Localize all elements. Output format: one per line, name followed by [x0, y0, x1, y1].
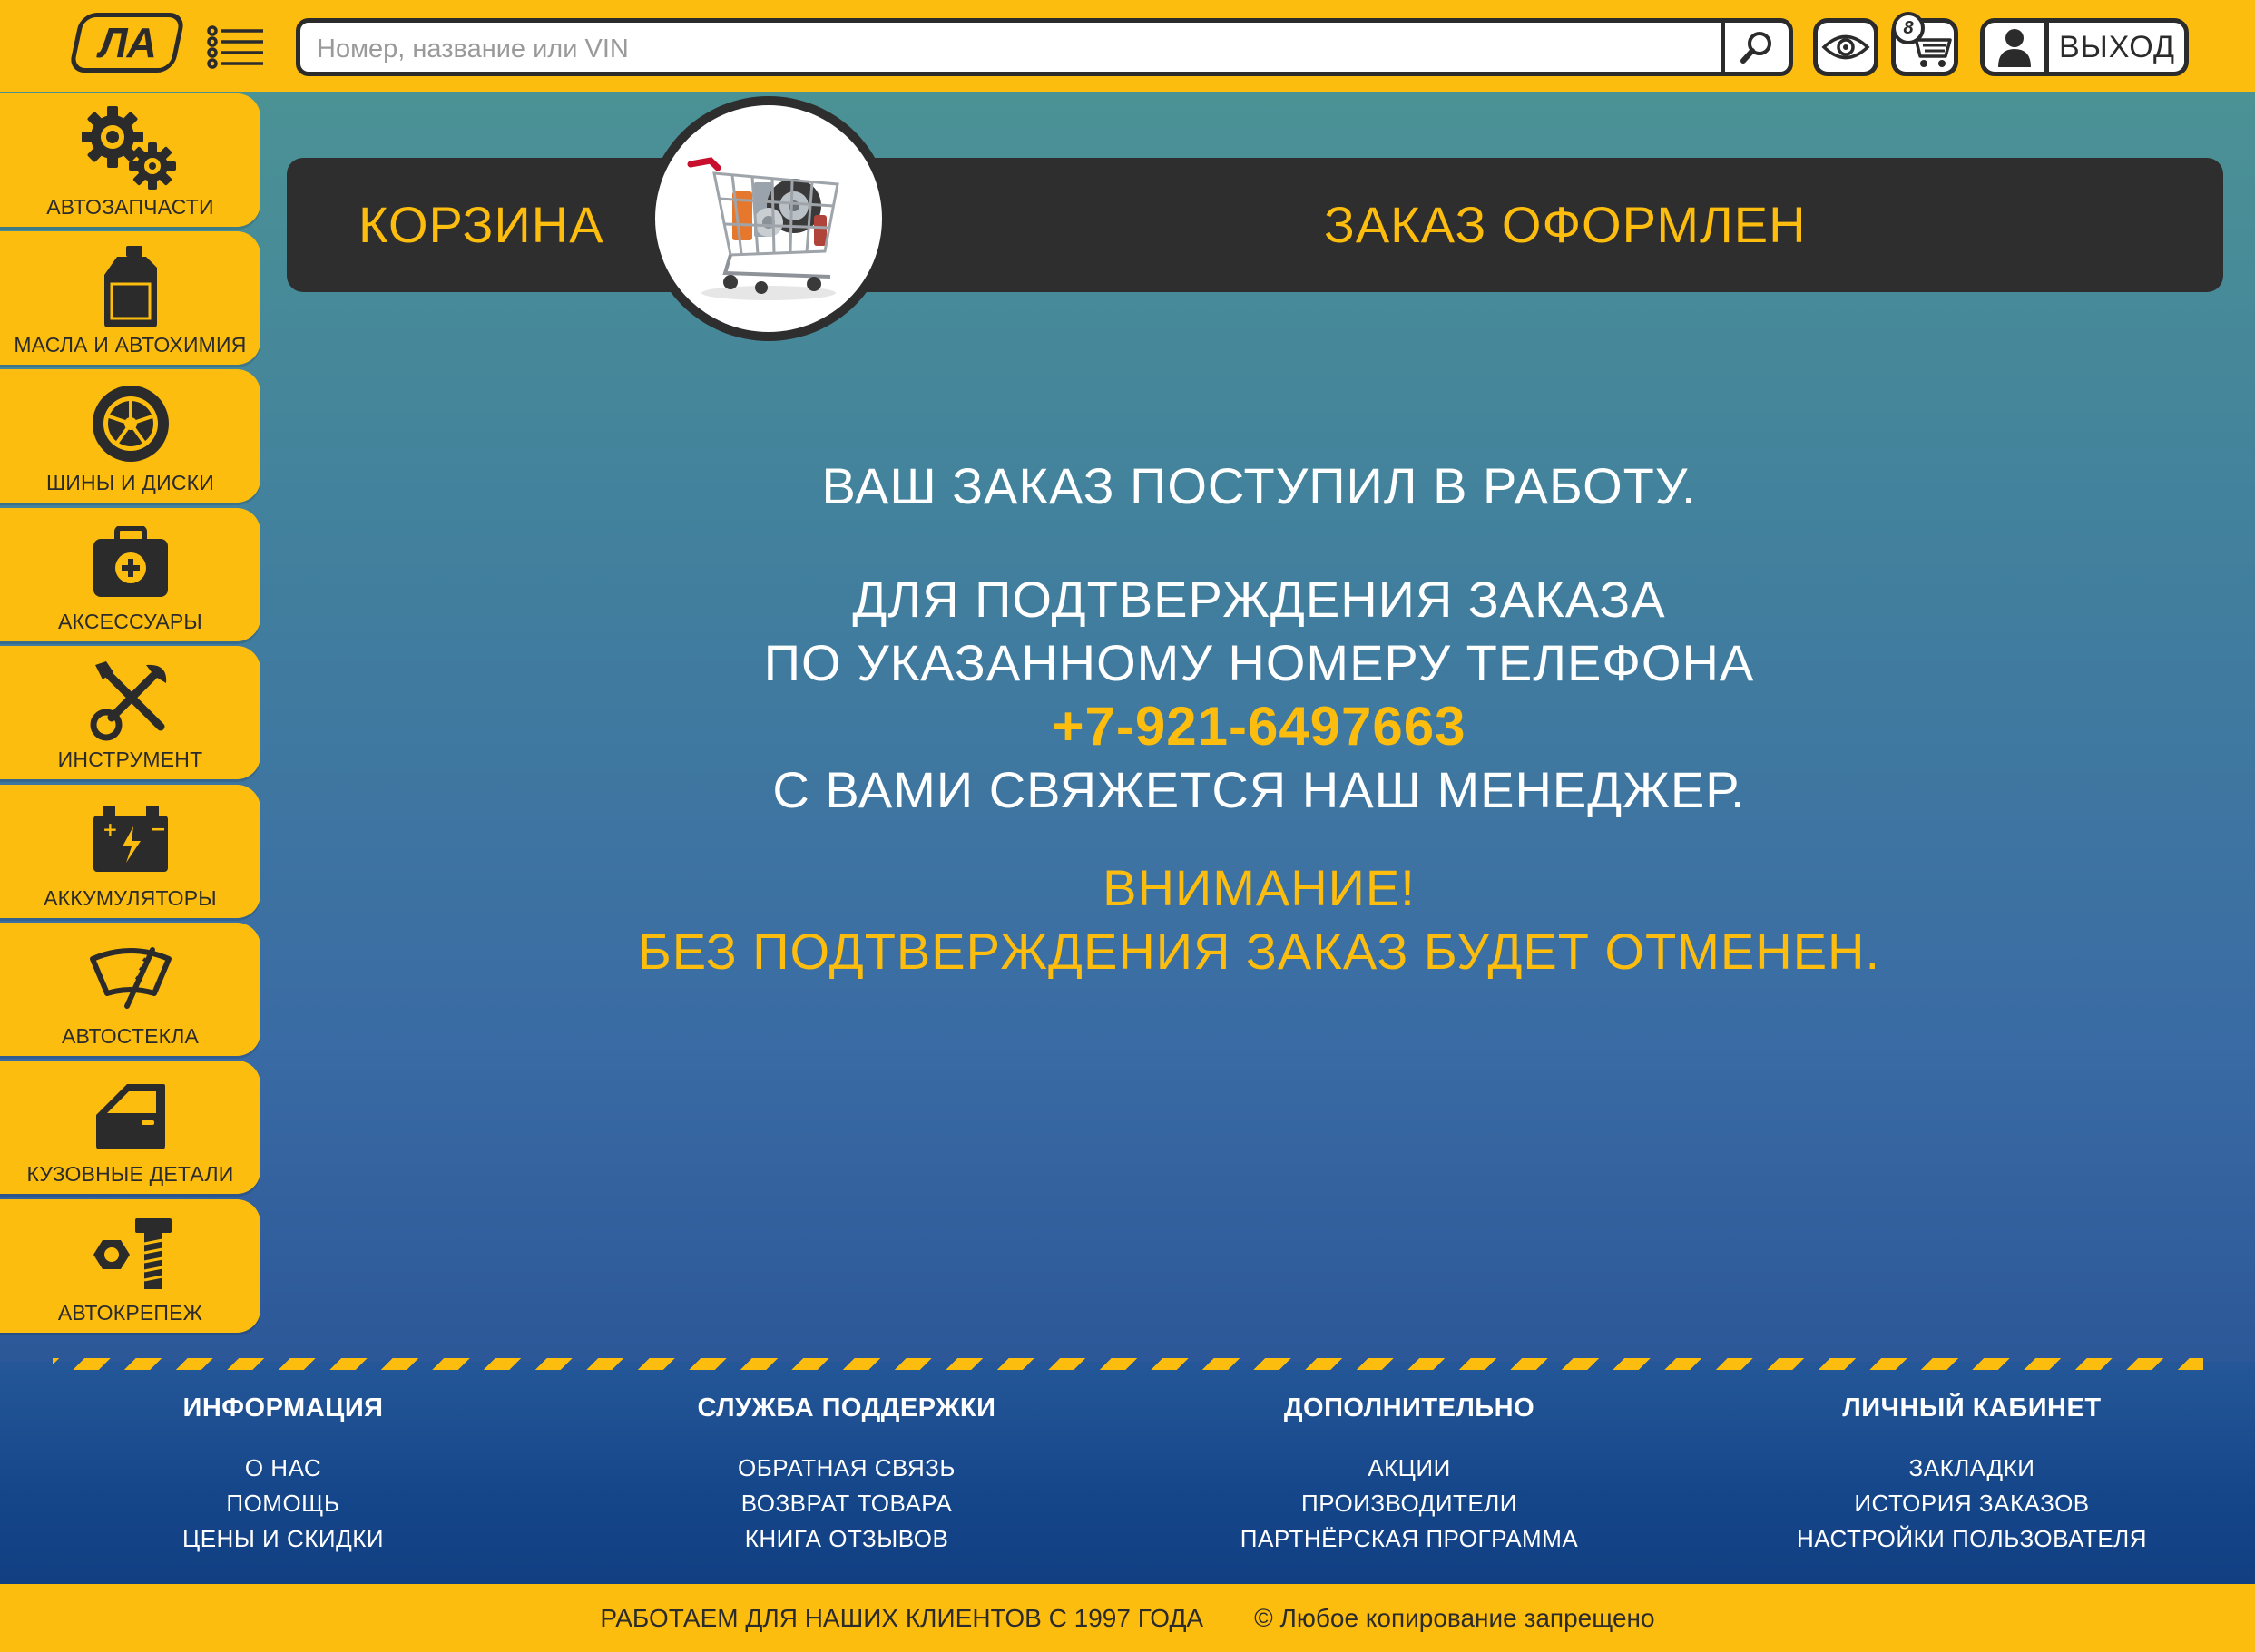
footer-link[interactable]: КНИГА ОТЗЫВОВ — [665, 1521, 1028, 1557]
svg-text:−: − — [150, 818, 166, 841]
category-auto-glass[interactable]: АВТОСТЕКЛА — [0, 923, 260, 1056]
footer-column-account: ЛИЧНЫЙ КАБИНЕТ ЗАКЛАДКИ ИСТОРИЯ ЗАКАЗОВ … — [1763, 1393, 2181, 1557]
hazard-stripe-divider — [53, 1358, 2203, 1370]
footer-link[interactable]: НАСТРОЙКИ ПОЛЬЗОВАТЕЛЯ — [1763, 1521, 2181, 1557]
category-label: АККУМУЛЯТОРЫ — [44, 886, 217, 910]
category-label: КУЗОВНЫЕ ДЕТАЛИ — [26, 1162, 234, 1186]
category-batteries[interactable]: + − АККУМУЛЯТОРЫ — [0, 785, 260, 918]
copyright-text: © Любое копирование запрещено — [1254, 1603, 1655, 1632]
car-door-icon — [95, 1084, 165, 1149]
category-label: АВТОЗАПЧАСТИ — [46, 195, 214, 219]
category-autoparts[interactable]: АВТОЗАПЧАСТИ — [0, 93, 260, 227]
category-tires-wheels[interactable]: ШИНЫ И ДИСКИ — [0, 369, 260, 503]
message-line-4: С ВАМИ СВЯЖЕТСЯ НАШ МЕНЕДЖЕР. — [772, 761, 1746, 818]
catalog-menu-icon[interactable] — [207, 25, 265, 69]
category-label: ШИНЫ И ДИСКИ — [46, 471, 214, 494]
first-aid-kit-icon — [93, 526, 168, 597]
footer-link[interactable]: АКЦИИ — [1228, 1451, 1591, 1486]
category-fasteners[interactable]: АВТОКРЕПЕЖ — [0, 1199, 260, 1333]
viewed-items-button[interactable] — [1813, 18, 1878, 76]
footer-link[interactable]: ПАРТНЁРСКАЯ ПРОГРАММА — [1228, 1521, 1591, 1557]
eye-icon — [1821, 34, 1870, 60]
footer-link[interactable]: ПОМОЩЬ — [147, 1486, 419, 1521]
order-confirmation-message: ВАШ ЗАКАЗ ПОСТУПИЛ В РАБОТУ. ДЛЯ ПОДТВЕР… — [263, 455, 2255, 983]
category-label: АВТОКРЕПЕЖ — [57, 1301, 203, 1325]
search-icon — [1740, 32, 1771, 64]
footer-link[interactable]: ИСТОРИЯ ЗАКАЗОВ — [1763, 1486, 2181, 1521]
warning-text: БЕЗ ПОДТВЕРЖДЕНИЯ ЗАКАЗ БУДЕТ ОТМЕНЕН. — [637, 923, 1881, 980]
search-box — [296, 18, 1793, 76]
search-button[interactable] — [1721, 23, 1789, 72]
search-input[interactable] — [315, 26, 1734, 72]
battery-icon: + − — [93, 806, 168, 872]
category-label: АКСЕССУАРЫ — [57, 610, 202, 633]
oil-canister-icon — [103, 246, 157, 327]
footer-column-support: СЛУЖБА ПОДДЕРЖКИ ОБРАТНАЯ СВЯЗЬ ВОЗВРАТ … — [665, 1393, 1028, 1557]
svg-text:+: + — [103, 818, 118, 840]
footer-link[interactable]: ЦЕНЫ И СКИДКИ — [147, 1521, 419, 1557]
message-line-1: ВАШ ЗАКАЗ ПОСТУПИЛ В РАБОТУ. — [821, 457, 1697, 514]
windshield-icon — [89, 947, 172, 1009]
footer-link[interactable]: ВОЗВРАТ ТОВАРА — [665, 1486, 1028, 1521]
footer-link[interactable]: О НАС — [147, 1451, 419, 1486]
message-line-2: ДЛЯ ПОДТВЕРЖДЕНИЯ ЗАКАЗА — [852, 571, 1666, 628]
bolt-nut-icon — [93, 1218, 172, 1289]
order-placed-title: ЗАКАЗ ОФОРМЛЕН — [1324, 196, 1807, 253]
gears-icon — [81, 106, 176, 190]
since-text: РАБОТАЕМ ДЛЯ НАШИХ КЛИЕНТОВ С 1997 ГОДА — [600, 1603, 1204, 1632]
category-label: АВТОСТЕКЛА — [61, 1024, 200, 1048]
cart-title[interactable]: КОРЗИНА — [358, 158, 604, 292]
category-body-parts[interactable]: КУЗОВНЫЕ ДЕТАЛИ — [0, 1061, 260, 1194]
tools-icon — [90, 661, 166, 741]
category-oils-chemicals[interactable]: МАСЛА И АВТОХИМИЯ — [0, 231, 260, 365]
logout-button[interactable]: ВЫХОД — [2049, 23, 2184, 72]
top-bar: ЛА 8 — [0, 0, 2255, 92]
cart-count-badge: 8 — [1892, 12, 1925, 44]
footer-column-title: СЛУЖБА ПОДДЕРЖКИ — [697, 1393, 996, 1422]
user-block: ВЫХОД — [1980, 18, 2189, 76]
category-accessories[interactable]: АКСЕССУАРЫ — [0, 508, 260, 641]
footer-column-title: ДОПОЛНИТЕЛЬНО — [1283, 1393, 1535, 1422]
phone-number: +7-921-6497663 — [1052, 696, 1466, 757]
category-label: МАСЛА И АВТОХИМИЯ — [14, 333, 247, 357]
category-label: ИНСТРУМЕНТ — [57, 748, 203, 771]
order-status-banner: КОРЗИНА ЗАКАЗ ОФОРМЛЕН — [287, 158, 2223, 292]
user-icon — [1998, 29, 2031, 67]
wheel-icon — [92, 386, 169, 462]
message-line-3: ПО УКАЗАННОМУ НОМЕРУ ТЕЛЕФОНА — [763, 634, 1755, 691]
bottom-bar: РАБОТАЕМ ДЛЯ НАШИХ КЛИЕНТОВ С 1997 ГОДА … — [0, 1584, 2255, 1652]
footer-link[interactable]: ПРОИЗВОДИТЕЛИ — [1228, 1486, 1591, 1521]
main-area: АВТОЗАПЧАСТИ МАСЛА И АВТОХИМИЯ ШИНЫ И ДИ… — [0, 92, 2255, 1362]
footer-column-title: ЛИЧНЫЙ КАБИНЕТ — [1842, 1393, 2102, 1422]
warning-title: ВНИМАНИЕ! — [1103, 859, 1416, 916]
footer-column-title: ИНФОРМАЦИЯ — [182, 1393, 384, 1422]
category-tools[interactable]: ИНСТРУМЕНТ — [0, 646, 260, 779]
cart-image-badge — [646, 96, 891, 341]
shopping-cart-with-parts-image — [687, 157, 839, 300]
site-logo[interactable]: ЛА — [67, 13, 187, 73]
footer: ИНФОРМАЦИЯ О НАС ПОМОЩЬ ЦЕНЫ И СКИДКИ СЛ… — [0, 1358, 2255, 1584]
footer-link[interactable]: ОБРАТНАЯ СВЯЗЬ — [665, 1451, 1028, 1486]
category-sidebar: АВТОЗАПЧАСТИ МАСЛА И АВТОХИМИЯ ШИНЫ И ДИ… — [0, 92, 263, 1344]
profile-button[interactable] — [1985, 23, 2049, 72]
footer-column-info: ИНФОРМАЦИЯ О НАС ПОМОЩЬ ЦЕНЫ И СКИДКИ — [147, 1393, 419, 1557]
footer-link[interactable]: ЗАКЛАДКИ — [1763, 1451, 2181, 1486]
logo-text: ЛА — [98, 19, 156, 66]
footer-column-additional: ДОПОЛНИТЕЛЬНО АКЦИИ ПРОИЗВОДИТЕЛИ ПАРТНЁ… — [1228, 1393, 1591, 1557]
cart-button[interactable]: 8 — [1891, 12, 1958, 76]
